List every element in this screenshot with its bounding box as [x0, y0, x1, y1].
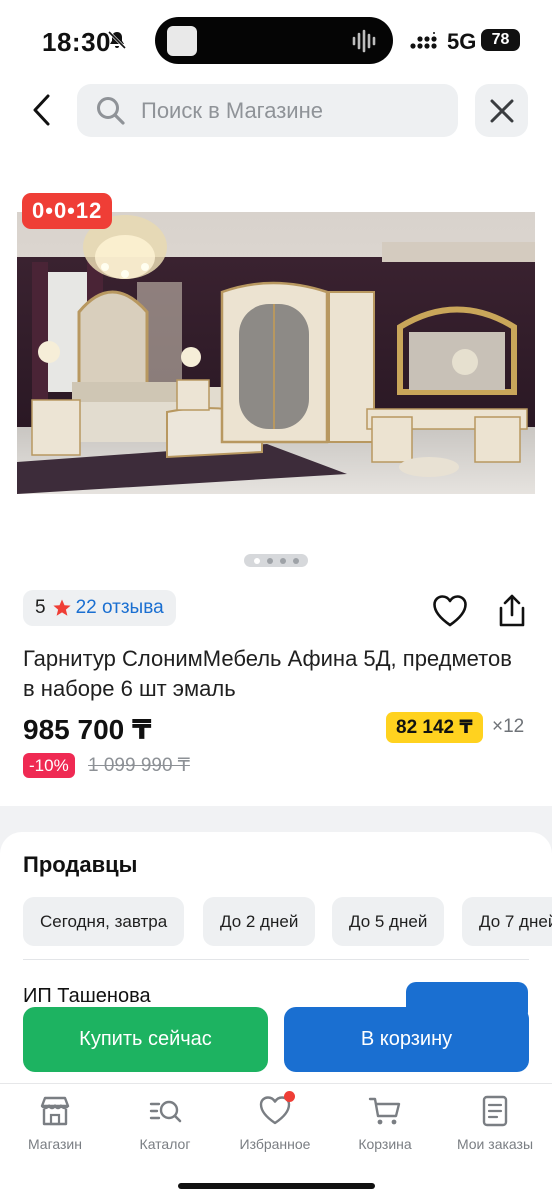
tab-favorites[interactable]: Избранное — [220, 1091, 330, 1164]
orders-icon — [482, 1095, 508, 1127]
battery-icon: 78 — [481, 29, 520, 51]
reviews-link[interactable]: 22 отзыва — [76, 597, 164, 619]
tab-label: Мои заказы — [456, 1136, 534, 1152]
product-image[interactable] — [17, 212, 535, 494]
bedroom-photo — [17, 212, 535, 494]
back-button[interactable] — [22, 88, 62, 132]
dynamic-island — [155, 17, 393, 64]
status-bar: 18:30 5G 78 — [0, 0, 552, 80]
bell-off-icon — [107, 30, 127, 50]
buy-now-button[interactable]: Купить сейчас — [23, 1007, 268, 1072]
tab-label: Магазин — [27, 1136, 82, 1152]
tab-label: Избранное — [239, 1136, 311, 1152]
pager-dot[interactable] — [253, 557, 260, 564]
installment-badge[interactable]: 82 142 ₸ — [386, 712, 483, 743]
share-icon[interactable] — [494, 593, 530, 629]
delivery-filter-chip[interactable]: До 7 дней — [462, 897, 552, 946]
rating-value: 5 — [35, 597, 46, 618]
star-icon — [52, 599, 71, 616]
search-input[interactable] — [141, 97, 431, 124]
discount-badge: -10% — [23, 753, 75, 778]
old-price: 1 099 990 ₸ — [88, 755, 190, 776]
tab-label: Каталог — [139, 1136, 191, 1152]
sellers-title: Продавцы — [23, 852, 138, 877]
pager-dot[interactable] — [266, 557, 273, 564]
tab-catalog[interactable]: Каталог — [110, 1094, 220, 1164]
cellular-signal-icon — [410, 32, 437, 49]
pager-dot[interactable] — [279, 557, 286, 564]
status-time: 18:30 — [42, 27, 111, 57]
search-icon — [97, 96, 125, 125]
catalog-search-icon — [149, 1100, 182, 1123]
seller-name[interactable]: ИП Ташенова — [23, 985, 151, 1008]
search-bar[interactable] — [77, 84, 458, 137]
divider — [23, 959, 529, 960]
current-price: 985 700 ₸ — [23, 714, 152, 745]
back-chevron-icon — [33, 94, 50, 126]
delivery-filter-chip[interactable]: До 5 дней — [332, 897, 445, 946]
rating-reviews-pill[interactable]: 5 22 отзыва — [23, 590, 176, 626]
shop-icon — [40, 1096, 70, 1126]
tab-cart[interactable]: Корзина — [330, 1094, 440, 1164]
tab-orders[interactable]: Мои заказы — [440, 1094, 550, 1164]
delivery-filter-chip[interactable]: Сегодня, завтра — [23, 897, 185, 946]
installment-months: ×12 — [492, 716, 525, 737]
audio-wave-icon — [352, 29, 376, 53]
image-pager[interactable] — [244, 554, 308, 567]
pager-dot[interactable] — [292, 557, 299, 564]
delivery-filter-chip[interactable]: До 2 дней — [203, 897, 316, 946]
tab-shop[interactable]: Магазин — [0, 1094, 110, 1164]
countdown-timer-badge: 0•0•12 — [22, 193, 113, 229]
notification-dot — [284, 1091, 295, 1102]
now-playing-thumbnail — [167, 26, 197, 56]
close-icon — [490, 99, 513, 122]
network-type: 5G — [447, 29, 477, 54]
favorite-heart-icon[interactable] — [432, 594, 468, 628]
close-button[interactable] — [475, 84, 528, 137]
cart-icon — [368, 1097, 401, 1125]
home-indicator[interactable] — [178, 1183, 375, 1189]
tab-label: Корзина — [358, 1136, 412, 1152]
add-to-cart-button[interactable]: В корзину — [284, 1007, 529, 1072]
product-title: Гарнитур СлонимМебель Афина 5Д, предмето… — [23, 646, 512, 701]
